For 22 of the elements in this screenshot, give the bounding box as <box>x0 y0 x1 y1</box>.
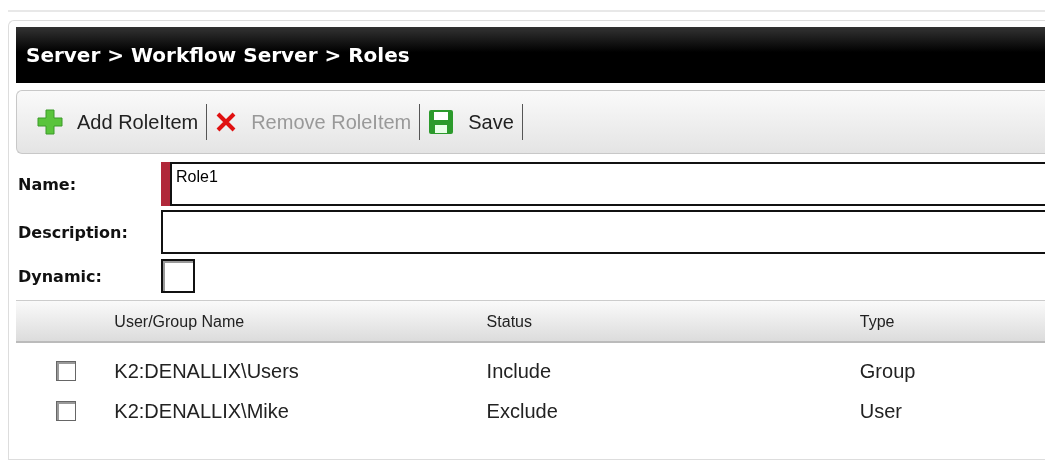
table-cell: Include <box>486 359 552 382</box>
field-label: Description: <box>17 222 129 242</box>
plus-icon <box>37 109 63 135</box>
breadcrumb-header: Server > Workflow Server > Roles <box>16 27 1045 83</box>
table-cell: Group <box>859 359 916 382</box>
field-label: Dynamic: <box>17 266 103 286</box>
row-checkbox[interactable] <box>56 401 76 421</box>
row-checkbox[interactable] <box>56 361 76 381</box>
toolbar-button[interactable]: Save <box>420 102 522 142</box>
table-cell: Exclude <box>486 399 558 422</box>
table-cell: K2:DENALLIX\Mike <box>114 399 289 422</box>
column-header: Type <box>859 312 895 330</box>
dynamic-checkbox[interactable] <box>161 259 195 293</box>
name-field[interactable]: Role1 <box>170 162 1045 206</box>
description-field[interactable] <box>161 210 1045 254</box>
column-header: User/Group Name <box>114 312 245 330</box>
table-cell: User <box>859 399 903 422</box>
toolbar-button[interactable]: Add RoleItem <box>29 102 207 142</box>
field-label: Name: <box>17 174 78 194</box>
column-header: Status <box>486 312 532 330</box>
table-cell: K2:DENALLIX\Users <box>114 359 299 382</box>
close-icon <box>215 111 238 133</box>
